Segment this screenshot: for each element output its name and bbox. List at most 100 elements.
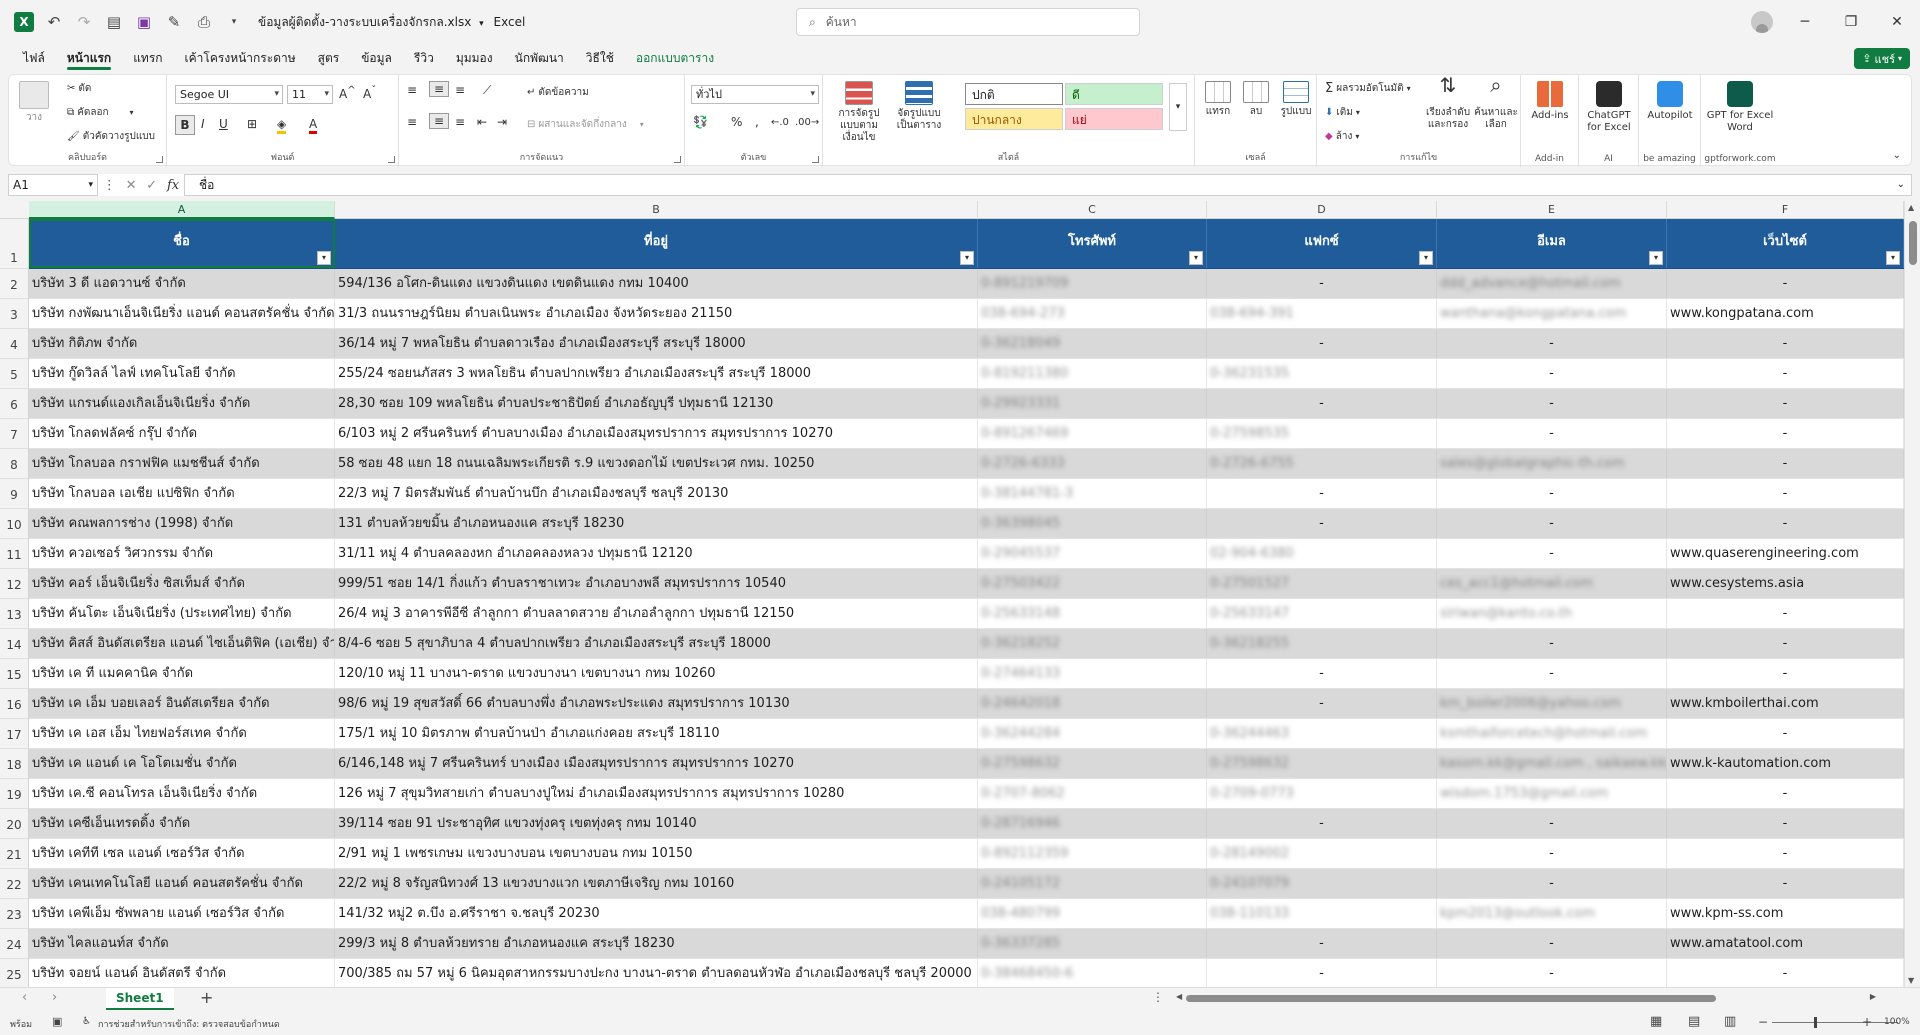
cell-phone[interactable]: 0-24105172 <box>978 869 1207 898</box>
header-cell-phone[interactable]: โทรศัพท์ ▾ <box>978 219 1207 268</box>
underline-icon[interactable]: U <box>219 117 228 131</box>
cell-phone[interactable]: 0-27464133 <box>978 659 1207 688</box>
cell-fax[interactable]: - <box>1207 659 1437 688</box>
cell-phone[interactable]: 038-694-273 <box>978 299 1207 328</box>
cell-phone[interactable]: 0-36337285 <box>978 929 1207 958</box>
cell-website[interactable]: - <box>1667 269 1904 298</box>
cell-fax[interactable]: 0-36244463 <box>1207 719 1437 748</box>
chatgpt-excel-button[interactable]: ChatGPT for Excel <box>1583 81 1635 134</box>
cell-fax[interactable]: 0-28149002 <box>1207 839 1437 868</box>
cell-address[interactable]: 120/10 หมู่ 11 บางนา-ตราด แขวงบางนา เขตบ… <box>335 659 978 688</box>
decrease-decimal-icon[interactable]: .00→ <box>795 117 819 128</box>
cell-fax[interactable]: - <box>1207 509 1437 538</box>
zoom-level[interactable]: 100% <box>1884 1017 1910 1027</box>
cell-name[interactable]: บริษัท เค เอส เอ็ม ไทยฟอร์สเทค จำกัด <box>29 719 335 748</box>
header-cell-name[interactable]: ชื่อ ▾ <box>29 219 335 268</box>
cell-fax[interactable]: - <box>1207 689 1437 718</box>
cell-website[interactable]: www.kmboilerthai.com <box>1667 689 1904 718</box>
cell-address[interactable]: 28,30 ซอย 109 พหลโยธิน ตำบลประชาธิปัตย์ … <box>335 389 978 418</box>
zoom-slider-thumb[interactable] <box>1814 1017 1817 1028</box>
cell-website[interactable]: - <box>1667 359 1904 388</box>
tab-help[interactable]: วิธีใช้ <box>575 44 625 72</box>
cell-fax[interactable]: - <box>1207 929 1437 958</box>
cell-email[interactable]: - <box>1437 929 1667 958</box>
scroll-thumb[interactable] <box>1186 995 1716 1002</box>
cell-fax[interactable]: 0-2726-6755 <box>1207 449 1437 478</box>
next-sheet-icon[interactable]: › <box>52 990 57 1005</box>
filter-dropdown-icon[interactable]: ▾ <box>1649 251 1663 265</box>
column-header-f[interactable]: F <box>1667 201 1904 219</box>
zoom-slider[interactable] <box>1772 1022 1898 1023</box>
customize-qat-icon[interactable]: ▾ <box>224 12 244 32</box>
gpt-excel-word-button[interactable]: GPT for Excel Word <box>1705 81 1775 134</box>
style-neutral[interactable]: ปานกลาง <box>965 108 1063 130</box>
cell-website[interactable]: - <box>1667 779 1904 808</box>
cell-phone[interactable]: 0-29923331 <box>978 389 1207 418</box>
cell-phone[interactable]: 0-2707-8062 <box>978 779 1207 808</box>
cell-name[interactable]: บริษัท เค.ซี คอนโทรล เอ็นจิเนียริ่ง จำกั… <box>29 779 335 808</box>
cell-email[interactable]: sales@globalgraphic-th.com <box>1437 449 1667 478</box>
cell-fax[interactable]: - <box>1207 809 1437 838</box>
align-bottom-icon[interactable]: ≡ <box>455 83 465 97</box>
row-header[interactable]: 18 <box>0 749 28 779</box>
row-header[interactable]: 11 <box>0 539 28 569</box>
increase-decimal-icon[interactable]: ←.0 <box>771 117 789 128</box>
cell-name[interactable]: บริษัท เคนเทคโนโลยี แอนด์ คอนสตรัคชั่น จ… <box>29 869 335 898</box>
print-preview-icon[interactable]: ⎙ <box>194 12 214 32</box>
row-header[interactable]: 1 <box>0 219 28 269</box>
cell-website[interactable]: www.quaserengineering.com <box>1667 539 1904 568</box>
document-title[interactable]: ข้อมูลผู้ติดตั้ง-วางระบบเครื่องจักรกล.xl… <box>258 13 525 32</box>
cell-email[interactable]: kpm2013@outlook.com <box>1437 899 1667 928</box>
zoom-out-icon[interactable]: − <box>1758 1015 1768 1029</box>
cell-name[interactable]: บริษัท ควอเซอร์ วิศวกรรม จำกัด <box>29 539 335 568</box>
cell-name[interactable]: บริษัท คณพลการช่าง (1998) จำกัด <box>29 509 335 538</box>
filter-dropdown-icon[interactable]: ▾ <box>1419 251 1433 265</box>
dialog-launcher-icon[interactable] <box>674 156 681 163</box>
row-header[interactable]: 2 <box>0 269 28 299</box>
cell-name[interactable]: บริษัท 3 ดี แอดวานซ์ จำกัด <box>29 269 335 298</box>
cell-name[interactable]: บริษัท จอยน์ แอนด์ อินดัสตรี จำกัด <box>29 959 335 988</box>
cell-address[interactable]: 22/3 หมู่ 7 มิตรสัมพันธ์ ตำบลบ้านบึก อำเ… <box>335 479 978 508</box>
dialog-launcher-icon[interactable] <box>156 156 163 163</box>
cell-website[interactable]: - <box>1667 719 1904 748</box>
tab-table-design[interactable]: ออกแบบตาราง <box>625 44 725 72</box>
cell-email[interactable]: - <box>1437 659 1667 688</box>
cell-website[interactable]: - <box>1667 809 1904 838</box>
dialog-launcher-icon[interactable] <box>812 156 819 163</box>
cell-address[interactable]: 22/2 หมู่ 8 จรัญสนิทวงศ์ 13 แขวงบางแวก เ… <box>335 869 978 898</box>
row-header[interactable]: 6 <box>0 389 28 419</box>
normal-view-icon[interactable]: ▦ <box>1650 1014 1662 1029</box>
tab-home[interactable]: หน้าแรก <box>56 44 122 72</box>
delete-cells-button[interactable]: ลบ <box>1239 81 1273 118</box>
cell-phone[interactable]: 0-819211380 <box>978 359 1207 388</box>
cell-address[interactable]: 700/385 ถม 57 หมู่ 6 นิคมอุตสาหกรรมบางปะ… <box>335 959 978 988</box>
dialog-launcher-icon[interactable] <box>388 156 395 163</box>
copy-button[interactable]: ⧉ คัดลอก ▾ <box>67 105 134 120</box>
align-center-icon[interactable]: ≡ <box>429 113 449 129</box>
page-layout-view-icon[interactable]: ▤ <box>1688 1014 1700 1029</box>
align-right-icon[interactable]: ≡ <box>455 115 465 129</box>
percent-icon[interactable]: % <box>731 115 742 129</box>
paste-button[interactable]: วาง <box>17 81 51 124</box>
cell-fax[interactable]: - <box>1207 479 1437 508</box>
cell-address[interactable]: 594/136 อโศก-ดินแดง แขวงดินแดง เขตดินแดง… <box>335 269 978 298</box>
header-cell-fax[interactable]: แฟกซ์ ▾ <box>1207 219 1437 268</box>
comma-icon[interactable]: , <box>755 115 759 129</box>
cell-phone[interactable]: 0-27598632 <box>978 749 1207 778</box>
cell-address[interactable]: 31/3 ถนนราษฎร์นิยม ตำบลเนินพระ อำเภอเมือ… <box>335 299 978 328</box>
cell-name[interactable]: บริษัท เคพีเอ็ม ซัพพลาย แอนด์ เซอร์วิส จ… <box>29 899 335 928</box>
row-header[interactable]: 22 <box>0 869 28 899</box>
cell-website[interactable]: - <box>1667 629 1904 658</box>
cut-button[interactable]: ✂ ตัด <box>67 81 91 96</box>
cell-email[interactable]: - <box>1437 809 1667 838</box>
autosum-button[interactable]: Σ ผลรวมอัตโนมัติ ▾ <box>1325 81 1411 96</box>
cell-website[interactable]: www.amatatool.com <box>1667 929 1904 958</box>
row-header[interactable]: 25 <box>0 959 28 989</box>
filter-dropdown-icon[interactable]: ▾ <box>1886 251 1900 265</box>
row-header[interactable]: 8 <box>0 449 28 479</box>
cell-name[interactable]: บริษัท โกลบอล เอเชีย แปซิฟิก จำกัด <box>29 479 335 508</box>
cell-website[interactable]: www.kongpatana.com <box>1667 299 1904 328</box>
cell-address[interactable]: 26/4 หมู่ 3 อาคารพีอีซี ลำลูกกา ตำบลลาดส… <box>335 599 978 628</box>
number-format-select[interactable]: ทั่วไป ▾ <box>691 85 819 104</box>
vertical-scrollbar[interactable]: ▲ ▼ <box>1904 201 1920 987</box>
